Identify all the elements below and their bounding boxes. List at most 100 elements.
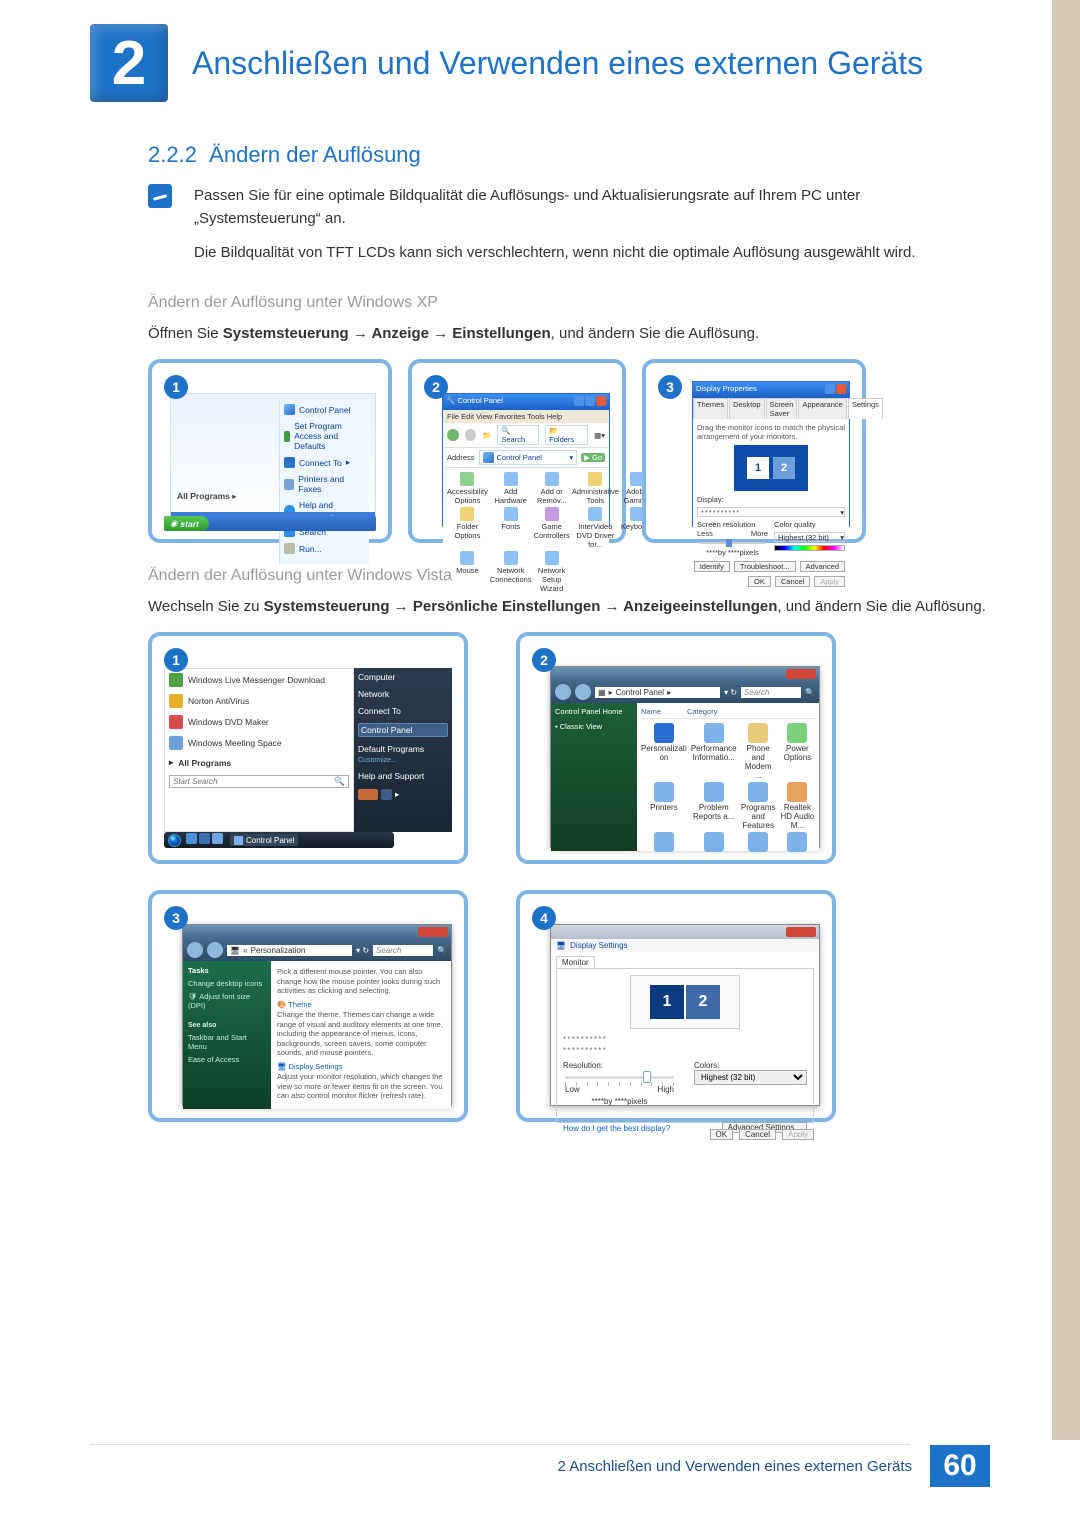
advanced-button: Advanced (800, 561, 845, 572)
help-link: How do I get the best display? (563, 1124, 670, 1133)
cp-item-label: Add or Remov... (537, 487, 566, 505)
power-icon (358, 789, 378, 800)
menu-item: Connect To (358, 706, 448, 716)
arrow-icon: → (429, 325, 452, 342)
resolution-slider (699, 542, 766, 544)
colorquality-select: Highest (32 bit)▾ (774, 532, 845, 542)
cp-item-label: Network Connections (490, 566, 532, 584)
vista-window-chrome (183, 925, 451, 939)
seealso-link: Taskbar and Start Menu (188, 1033, 266, 1051)
step-badge-2: 2 (424, 375, 448, 399)
menu-item-selected: Control Panel (358, 723, 448, 737)
colorquality-value: Highest (32 bit) (778, 533, 829, 542)
note-body: Passen Sie für eine optimale Bildqualitä… (194, 184, 990, 274)
page-number: 60 (930, 1445, 990, 1487)
vista-bold-3: Anzeigeeinstellungen (623, 598, 777, 615)
refresh-icon: ▾ ↻ (356, 946, 369, 955)
note-line-2: Die Bildqualität von TFT LCDs kann sich … (194, 241, 990, 264)
tasks-heading: Tasks (188, 966, 209, 975)
back-icon (447, 429, 459, 441)
address-label: Address (447, 453, 475, 462)
monitor-1: 1 (747, 457, 769, 479)
menu-item: Windows DVD Maker (188, 717, 269, 727)
chapter-title: Anschließen und Verwenden eines externen… (192, 43, 923, 83)
accessibility-icon (460, 472, 474, 486)
run-icon (284, 543, 295, 554)
xp-bold-2: Anzeige (371, 325, 429, 342)
generic-icon (787, 832, 807, 852)
search-box: Search (373, 945, 433, 956)
xp-titlebar: 🔧 Control Panel (443, 394, 609, 410)
tab-monitor: Monitor (556, 956, 595, 968)
xp-display-properties-dialog: Display Properties Themes Desktop Screen… (692, 381, 850, 527)
display-settings-link: 🖥 Display Settings (277, 1062, 445, 1071)
task-link: 🛡 Adjust font size (DPI) (188, 992, 266, 1010)
dialog-title: Display Properties (696, 384, 757, 396)
menu-item: Help and Support (358, 771, 448, 781)
game-icon (545, 507, 559, 521)
chevron-right-icon: ▸ (395, 789, 399, 800)
mouse-icon (460, 551, 474, 565)
quicklaunch (186, 831, 225, 849)
vista-start-right: Computer Network Connect To Control Pane… (354, 668, 452, 832)
generic-icon (654, 832, 674, 852)
menu-item-control-panel: Control Panel (299, 405, 351, 415)
colors-label: Colors: (694, 1061, 807, 1070)
masked-value: ********** (563, 1035, 807, 1044)
dlg-button-row-2: OK Cancel Apply (697, 576, 845, 587)
search-icon: 🔍 (805, 688, 815, 697)
breadcrumb: 🖥 « Personalization (227, 945, 352, 956)
cancel-button: Cancel (775, 576, 810, 587)
personalization-icon: 🖥 (230, 946, 240, 955)
messenger-icon (169, 673, 183, 687)
vista-screenshot-2: 2 ▦ ▸ Control Panel ▸ ▾ ↻ Search 🔍 Contr… (516, 632, 836, 864)
drag-hint: Drag the monitor icons to match the phys… (697, 423, 845, 441)
cp-item-label: Printers (650, 803, 678, 812)
vista-control-panel-window: ▦ ▸ Control Panel ▸ ▾ ↻ Search 🔍 Control… (550, 666, 820, 848)
chevron-right-icon: ▸ (667, 688, 671, 697)
vista-nav-bar: ▦ ▸ Control Panel ▸ ▾ ↻ Search 🔍 (551, 681, 819, 703)
go-button: ▶ Go (581, 453, 605, 462)
colors-group: Colors: Highest (32 bit) (694, 1061, 807, 1106)
start-label: start (180, 519, 198, 529)
address-value: Control Panel (497, 453, 542, 462)
chevron-right-icon: ▸ (609, 688, 613, 697)
lock-icon (381, 789, 392, 800)
close-icon (418, 927, 448, 937)
resolution-group: Screen resolution LessMore ****by ****pi… (697, 520, 768, 557)
meeting-icon (169, 736, 183, 750)
cp-item-label: Performance Informatio... (691, 744, 737, 762)
dialog-body: 1 2 ********** ********** Resolution: Lo… (556, 968, 814, 1123)
xp-menu-bar: File Edit View Favorites Tools Help (443, 410, 609, 423)
resolution-label: Screen resolution (697, 520, 768, 529)
vista-start-left: Windows Live Messenger Download Norton A… (164, 668, 354, 832)
search-icon: 🔍 (501, 426, 510, 435)
maximize-icon (585, 396, 595, 406)
xp-bold-1: Systemsteuerung (223, 325, 349, 342)
step-badge-3: 3 (658, 375, 682, 399)
cp-item-label: Add Hardware (494, 487, 527, 505)
power-icon (787, 723, 807, 743)
cp-item-label: Network Setup Wizard (538, 566, 566, 593)
cp-item-label: Folder Options (454, 522, 480, 540)
cp-item-label: Realtek HD Audio M... (781, 803, 815, 830)
colorquality-group: Color quality Highest (32 bit)▾ (774, 520, 845, 557)
vista-cp-main: NameCategory Personalizati on Performanc… (637, 703, 819, 851)
minimize-icon (574, 396, 584, 406)
cp-item-label: Personalizati on (641, 744, 687, 762)
menu-item: Network (358, 689, 448, 699)
tab: Themes (693, 398, 728, 419)
chapter-number-badge: 2 (90, 24, 168, 102)
fonts-icon (504, 507, 518, 521)
troubleshoot-button: Troubleshoot... (734, 561, 796, 572)
dropdown-icon: ▾ (569, 453, 573, 462)
chevron-right-icon: ▸ (346, 457, 350, 468)
vista-personalization-window: 🖥 « Personalization ▾ ↻ Search 🔍 Tasks C… (182, 924, 452, 1106)
slider-high: High (658, 1085, 674, 1094)
menu-item: Computer (358, 672, 448, 682)
up-icon: 📁 (482, 431, 491, 440)
xp-start-left: All Programs ▸ (177, 491, 237, 502)
side-link-selected: • Classic View (555, 722, 633, 731)
breadcrumb: ▦ ▸ Control Panel ▸ (595, 687, 720, 698)
resolution-value: ****by ****pixels (563, 1097, 676, 1106)
